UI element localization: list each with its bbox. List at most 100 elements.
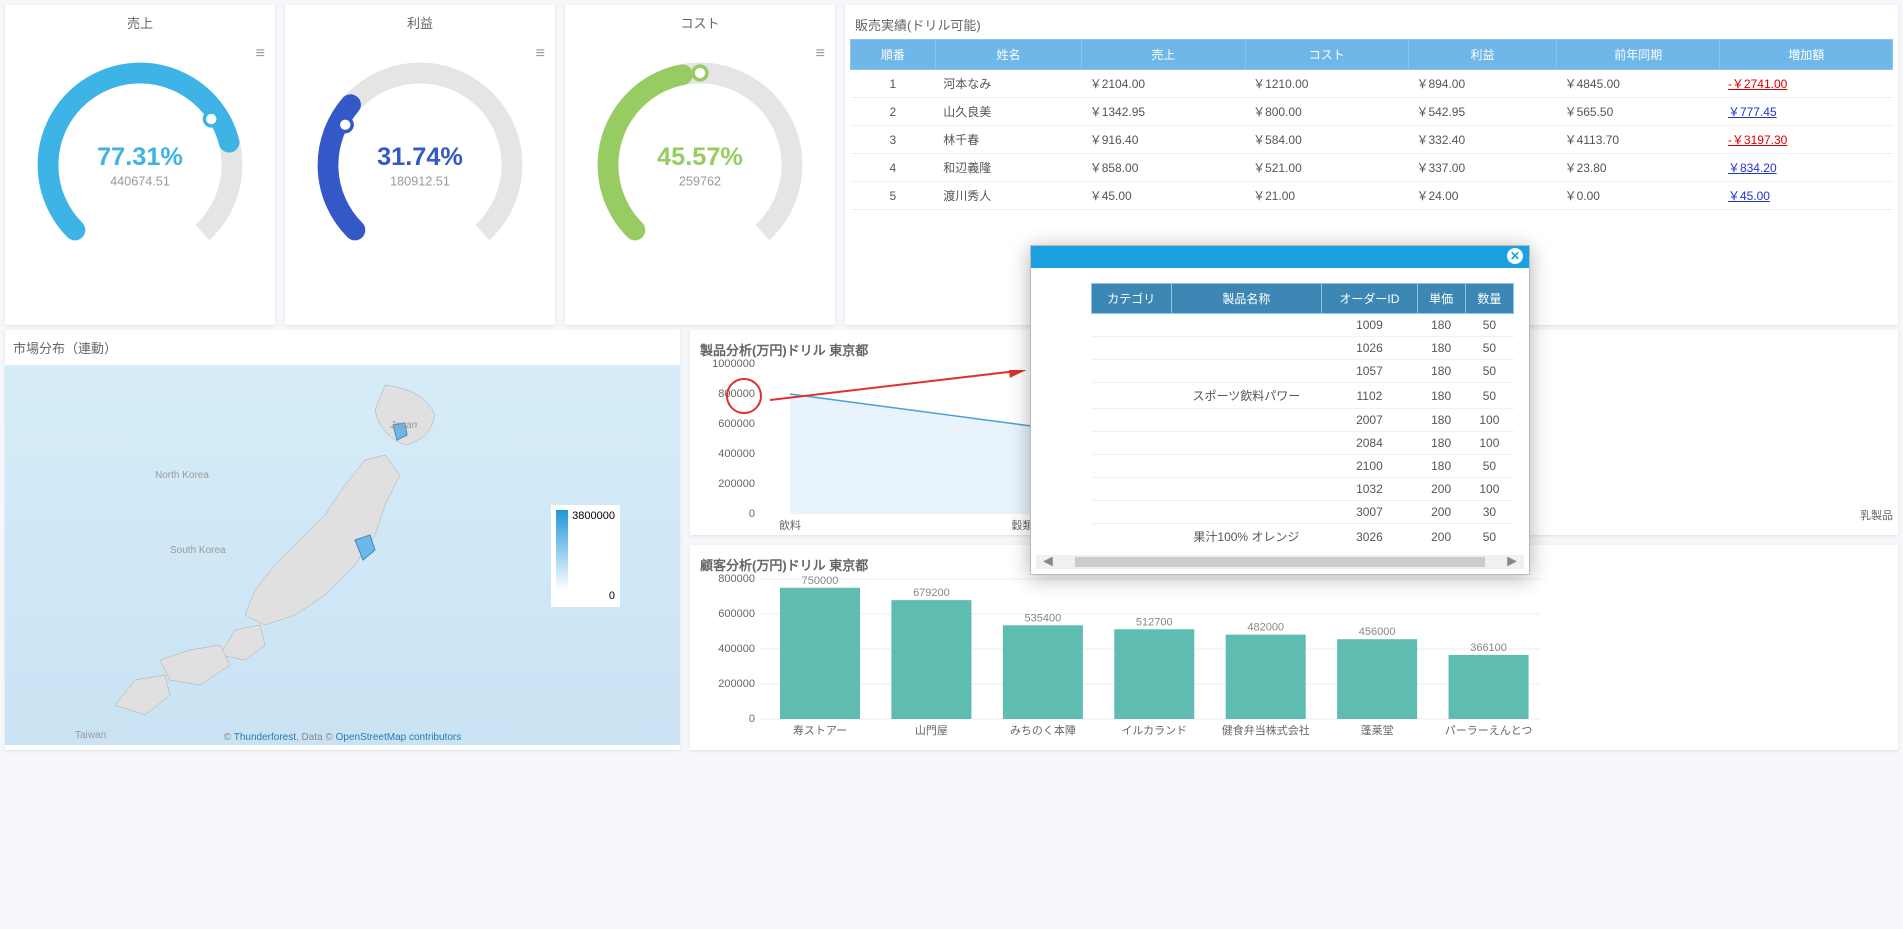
svg-text:400000: 400000 bbox=[718, 448, 755, 460]
table-row[interactable]: 102618050 bbox=[1092, 337, 1514, 360]
legend-min: 0 bbox=[572, 590, 615, 602]
svg-text:パーラーえんとつ: パーラーえんとつ bbox=[1445, 724, 1533, 737]
drill-popup: ✕ カテゴリ製品名称オーダーID単価数量10091805010261805010… bbox=[1030, 245, 1530, 575]
table-row[interactable]: 210018050 bbox=[1092, 455, 1514, 478]
table-cell: 林千春 bbox=[935, 126, 1082, 154]
table-cell: 100 bbox=[1465, 478, 1513, 501]
table-cell: ￥0.00 bbox=[1557, 182, 1720, 210]
scroll-thumb[interactable] bbox=[1075, 557, 1485, 567]
table-row[interactable]: 2山久良美￥1342.95￥800.00￥542.95￥565.50￥777.4… bbox=[851, 98, 1893, 126]
menu-icon[interactable]: ≡ bbox=[256, 45, 265, 63]
customer-bar-chart: 0200000400000600000800000750000寿ストアー6792… bbox=[700, 574, 1550, 749]
scroll-right-icon[interactable]: ► bbox=[1500, 553, 1524, 571]
table-cell: ￥337.00 bbox=[1408, 154, 1556, 182]
table-cell: 果汁100% オレンジ bbox=[1171, 524, 1322, 549]
svg-text:259762: 259762 bbox=[679, 175, 721, 189]
table-cell: 1 bbox=[851, 70, 936, 98]
table-cell: 2007 bbox=[1322, 409, 1417, 432]
table-cell: 2 bbox=[851, 98, 936, 126]
attrib-link[interactable]: Thunderforest bbox=[234, 732, 296, 743]
table-cell: 180 bbox=[1417, 360, 1465, 383]
table-header[interactable]: 順番 bbox=[851, 40, 936, 70]
table-cell: 3007 bbox=[1322, 501, 1417, 524]
menu-icon[interactable]: ≡ bbox=[816, 45, 825, 63]
table-row[interactable]: 果汁100% オレンジ302620050 bbox=[1092, 524, 1514, 549]
table-header[interactable]: 増加額 bbox=[1720, 40, 1893, 70]
map-attribution: © Thunderforest, Data © OpenStreetMap co… bbox=[224, 732, 461, 743]
menu-icon[interactable]: ≡ bbox=[536, 45, 545, 63]
table-cell bbox=[1171, 432, 1322, 455]
map-body[interactable]: Japan North Korea South Korea Taiwan 380… bbox=[5, 365, 680, 745]
table-cell: 180 bbox=[1417, 314, 1465, 337]
table-cell: ￥834.20 bbox=[1720, 154, 1893, 182]
table-cell: 河本なみ bbox=[935, 70, 1082, 98]
top-row: 売上 ≡ 77.31%440674.51 利益 ≡ 31.74%180912.5… bbox=[0, 0, 1903, 330]
svg-text:1000000: 1000000 bbox=[712, 359, 755, 370]
table-cell: 200 bbox=[1417, 524, 1465, 549]
table-header[interactable]: 姓名 bbox=[935, 40, 1082, 70]
scroll-left-icon[interactable]: ◄ bbox=[1036, 553, 1060, 571]
svg-text:45.57%: 45.57% bbox=[657, 143, 743, 171]
table-cell: 180 bbox=[1417, 383, 1465, 409]
table-cell: 3 bbox=[851, 126, 936, 154]
table-header[interactable]: オーダーID bbox=[1322, 284, 1417, 314]
table-cell bbox=[1092, 432, 1172, 455]
table-cell bbox=[1092, 383, 1172, 409]
table-header[interactable]: コスト bbox=[1245, 40, 1408, 70]
close-icon[interactable]: ✕ bbox=[1507, 248, 1523, 264]
svg-text:750000: 750000 bbox=[802, 575, 839, 587]
table-header[interactable]: カテゴリ bbox=[1092, 284, 1172, 314]
table-header[interactable]: 製品名称 bbox=[1171, 284, 1322, 314]
svg-text:200000: 200000 bbox=[718, 678, 755, 690]
svg-text:440674.51: 440674.51 bbox=[110, 175, 170, 189]
table-row[interactable]: 100918050 bbox=[1092, 314, 1514, 337]
gauge-title: コスト bbox=[565, 5, 835, 40]
table-row[interactable]: 2007180100 bbox=[1092, 409, 1514, 432]
table-row[interactable]: 5渡川秀人￥45.00￥21.00￥24.00￥0.00￥45.00 bbox=[851, 182, 1893, 210]
svg-text:77.31%: 77.31% bbox=[97, 143, 183, 171]
popup-header[interactable]: ✕ bbox=[1031, 246, 1529, 268]
table-cell: 2100 bbox=[1322, 455, 1417, 478]
table-row[interactable]: 2084180100 bbox=[1092, 432, 1514, 455]
table-cell: 50 bbox=[1465, 383, 1513, 409]
table-cell: -￥2741.00 bbox=[1720, 70, 1893, 98]
gauge-card-cost: コスト ≡ 45.57% 259762 bbox=[565, 5, 835, 325]
table-row[interactable]: 1河本なみ￥2104.00￥1210.00￥894.00￥4845.00-￥27… bbox=[851, 70, 1893, 98]
table-cell: ￥21.00 bbox=[1245, 182, 1408, 210]
table-cell: 1057 bbox=[1322, 360, 1417, 383]
legend-max: 3800000 bbox=[572, 510, 615, 522]
table-cell: 100 bbox=[1465, 432, 1513, 455]
table-cell: ￥777.45 bbox=[1720, 98, 1893, 126]
table-cell: ￥858.00 bbox=[1082, 154, 1245, 182]
svg-text:535400: 535400 bbox=[1024, 612, 1061, 624]
table-row[interactable]: スポーツ飲料パワー110218050 bbox=[1092, 383, 1514, 409]
table-header[interactable]: 売上 bbox=[1082, 40, 1245, 70]
map-legend: 3800000 0 bbox=[551, 505, 620, 607]
table-cell bbox=[1092, 314, 1172, 337]
table-header[interactable]: 数量 bbox=[1465, 284, 1513, 314]
table-cell bbox=[1171, 314, 1322, 337]
attrib-link[interactable]: OpenStreetMap contributors bbox=[336, 732, 462, 743]
table-cell: 180 bbox=[1417, 432, 1465, 455]
table-header[interactable]: 前年同期 bbox=[1557, 40, 1720, 70]
table-cell bbox=[1171, 501, 1322, 524]
svg-text:みちのく本陣: みちのく本陣 bbox=[1010, 723, 1076, 737]
svg-text:512700: 512700 bbox=[1136, 616, 1173, 628]
table-cell: 200 bbox=[1417, 501, 1465, 524]
gauge-sales: 77.31% 440674.51 bbox=[5, 50, 275, 280]
table-row[interactable]: 1032200100 bbox=[1092, 478, 1514, 501]
table-row[interactable]: 3林千春￥916.40￥584.00￥332.40￥4113.70-￥3197.… bbox=[851, 126, 1893, 154]
popup-scrollbar[interactable]: ◄ ► bbox=[1036, 555, 1524, 569]
popup-table: カテゴリ製品名称オーダーID単価数量1009180501026180501057… bbox=[1091, 283, 1514, 548]
table-row[interactable]: 4和辺義隆￥858.00￥521.00￥337.00￥23.80￥834.20 bbox=[851, 154, 1893, 182]
table-cell: 180 bbox=[1417, 337, 1465, 360]
table-row[interactable]: 300720030 bbox=[1092, 501, 1514, 524]
table-header[interactable]: 利益 bbox=[1408, 40, 1556, 70]
table-cell: 180 bbox=[1417, 409, 1465, 432]
table-header[interactable]: 単価 bbox=[1417, 284, 1465, 314]
table-cell: ￥45.00 bbox=[1082, 182, 1245, 210]
sales-title: 販売実績(ドリル可能) bbox=[850, 10, 1893, 39]
table-row[interactable]: 105718050 bbox=[1092, 360, 1514, 383]
table-cell: ￥521.00 bbox=[1245, 154, 1408, 182]
table-cell bbox=[1171, 455, 1322, 478]
